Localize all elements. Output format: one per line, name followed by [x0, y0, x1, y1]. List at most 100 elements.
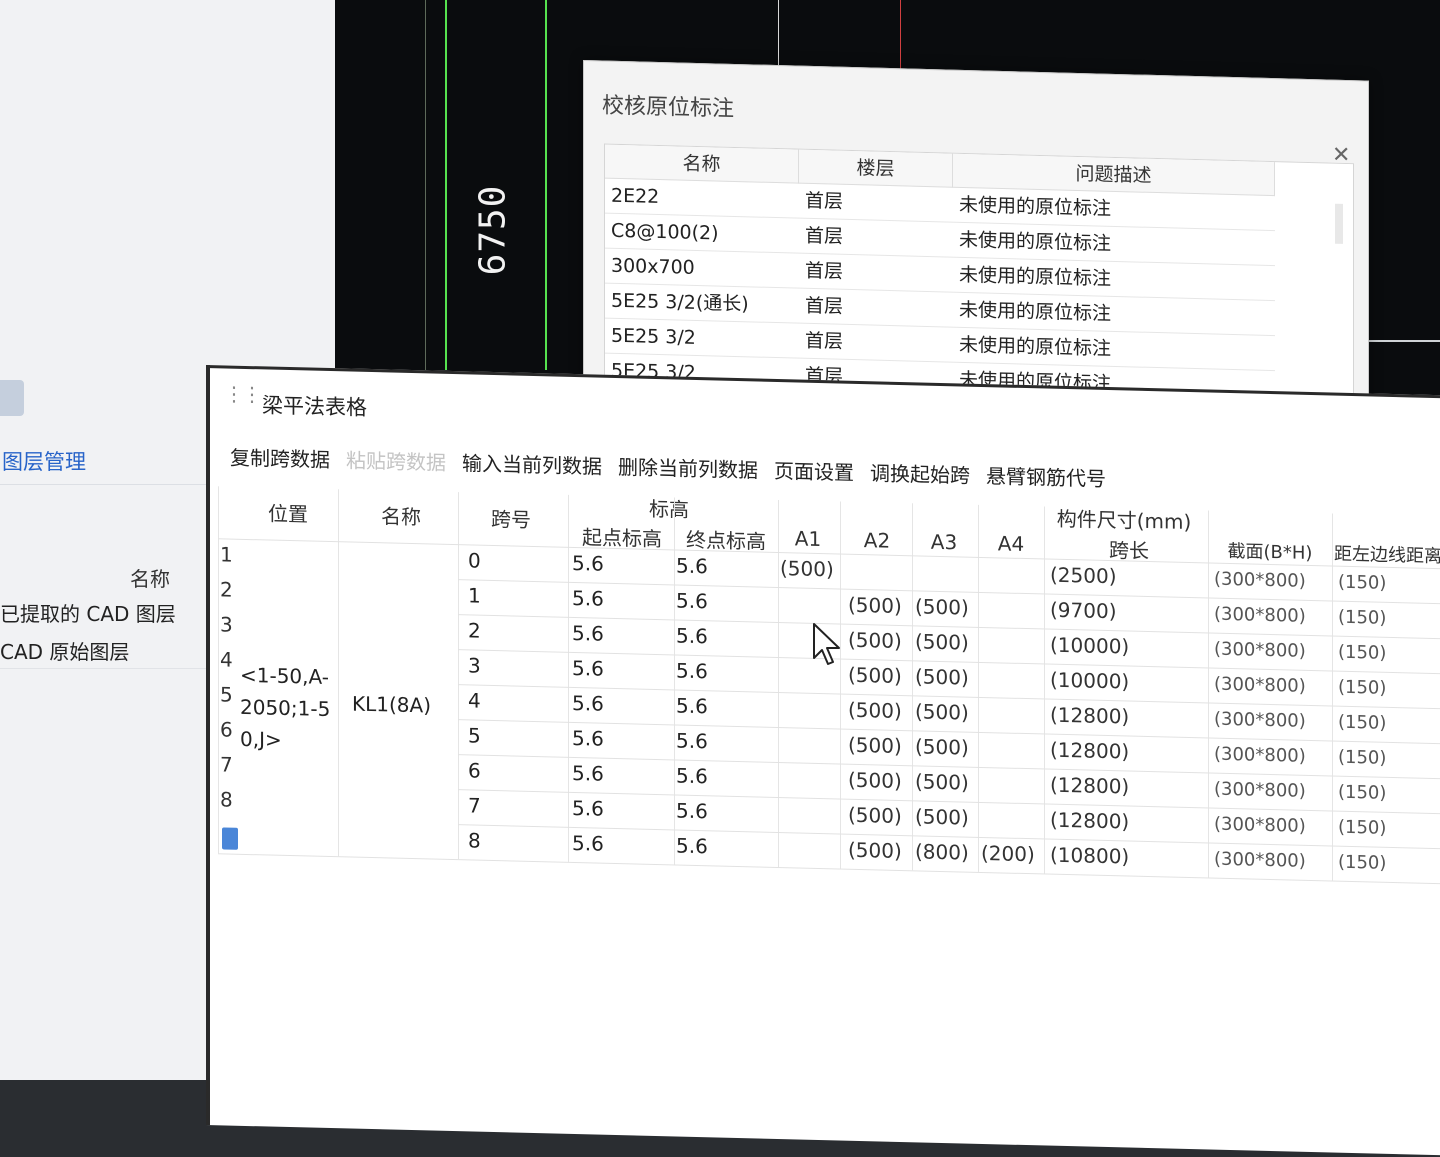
cell-section[interactable]: (300*800): [1214, 814, 1306, 837]
cell-edge-distance[interactable]: (150): [1338, 572, 1386, 594]
scrollbar[interactable]: [1335, 203, 1343, 244]
cell-edge-distance[interactable]: (150): [1338, 677, 1386, 699]
layer-row-original[interactable]: CAD 原始图层: [0, 636, 129, 665]
cell-a2[interactable]: (500): [848, 698, 902, 723]
cell-section[interactable]: (300*800): [1214, 744, 1306, 767]
cell-start-elevation[interactable]: 5.6: [572, 656, 604, 681]
cell-span-number[interactable]: 0: [468, 548, 481, 572]
row-number[interactable]: 3: [220, 612, 233, 636]
cell-section[interactable]: (300*800): [1214, 569, 1306, 592]
paste-span-button[interactable]: 粘贴跨数据: [340, 444, 456, 476]
cell-a2[interactable]: (500): [848, 838, 902, 863]
cell-span-length[interactable]: (10000): [1050, 633, 1129, 659]
cell-edge-distance[interactable]: (150): [1338, 712, 1386, 734]
cell-end-elevation[interactable]: 5.6: [676, 728, 708, 753]
input-column-button[interactable]: 输入当前列数据: [456, 447, 612, 480]
cell-a2[interactable]: (500): [848, 733, 902, 758]
cell-section[interactable]: (300*800): [1214, 639, 1306, 662]
column-header-floor[interactable]: 楼层: [799, 149, 953, 188]
cell-a1[interactable]: (500): [780, 556, 834, 581]
cantilever-code-button[interactable]: 悬臂钢筋代号: [980, 460, 1116, 492]
cell-a2[interactable]: (500): [848, 628, 902, 653]
cell-end-elevation[interactable]: 5.6: [676, 798, 708, 823]
layer-row-extracted[interactable]: 已提取的 CAD 图层: [0, 598, 176, 627]
cell-span-number[interactable]: 1: [468, 583, 481, 607]
cell-a3[interactable]: (500): [915, 699, 969, 724]
cell-a3[interactable]: (500): [915, 804, 969, 829]
cell-section[interactable]: (300*800): [1214, 674, 1306, 697]
cell-span-number[interactable]: 5: [468, 723, 481, 747]
cell-span-number[interactable]: 8: [468, 828, 481, 852]
cell-span-number[interactable]: 4: [468, 688, 481, 712]
row-number[interactable]: 7: [220, 752, 233, 776]
cell-end-elevation[interactable]: 5.6: [676, 693, 708, 718]
cell-a4[interactable]: (200): [981, 841, 1035, 866]
cell-a2[interactable]: (500): [848, 768, 902, 793]
cell-edge-distance[interactable]: (150): [1338, 747, 1386, 769]
cell-a2[interactable]: (500): [848, 593, 902, 618]
cell-span-length[interactable]: (12800): [1050, 773, 1129, 799]
cell-span-length[interactable]: (10800): [1050, 843, 1129, 869]
cell-start-elevation[interactable]: 5.6: [572, 551, 604, 576]
page-setup-button[interactable]: 页面设置: [768, 455, 864, 486]
header-section[interactable]: 截面(B*H): [1228, 537, 1313, 565]
delete-column-button[interactable]: 删除当前列数据: [612, 451, 768, 484]
cell-edge-distance[interactable]: (150): [1338, 817, 1386, 839]
cell-a3[interactable]: (800): [915, 839, 969, 864]
sidebar-tab-handle[interactable]: [0, 380, 24, 416]
cell-section[interactable]: (300*800): [1214, 709, 1306, 732]
cell-span-length[interactable]: (12800): [1050, 703, 1129, 729]
row-number[interactable]: 5: [220, 682, 233, 706]
header-a1[interactable]: A1: [795, 526, 821, 551]
cell-edge-distance[interactable]: (150): [1338, 607, 1386, 629]
cell-span-number[interactable]: 6: [468, 758, 481, 782]
cell-span-length[interactable]: (2500): [1050, 563, 1117, 589]
column-header-name[interactable]: 名称: [605, 144, 799, 184]
cell-a3[interactable]: (500): [915, 629, 969, 654]
cell-start-elevation[interactable]: 5.6: [572, 586, 604, 611]
cell-a3[interactable]: (500): [915, 594, 969, 619]
swap-start-span-button[interactable]: 调换起始跨: [864, 457, 980, 489]
cell-a2[interactable]: (500): [848, 803, 902, 828]
cell-start-elevation[interactable]: 5.6: [572, 726, 604, 751]
row-number[interactable]: 4: [220, 647, 233, 671]
header-a2[interactable]: A2: [864, 528, 890, 553]
merged-position-cell[interactable]: <1-50,A- 2050;1-5 0,J>: [240, 659, 330, 757]
cell-edge-distance[interactable]: (150): [1338, 852, 1386, 874]
cell-edge-distance[interactable]: (150): [1338, 642, 1386, 664]
cell-a3[interactable]: (500): [915, 734, 969, 759]
cell-start-elevation[interactable]: 5.6: [572, 831, 604, 856]
cell-span-length[interactable]: (9700): [1050, 598, 1117, 624]
cell-span-number[interactable]: 2: [468, 618, 481, 642]
cell-edge-distance[interactable]: (150): [1338, 782, 1386, 804]
cell-span-number[interactable]: 7: [468, 793, 481, 817]
cell-end-elevation[interactable]: 5.6: [676, 588, 708, 613]
cell-end-elevation[interactable]: 5.6: [676, 833, 708, 858]
copy-span-button[interactable]: 复制跨数据: [224, 441, 340, 473]
cell-end-elevation[interactable]: 5.6: [676, 763, 708, 788]
cell-end-elevation[interactable]: 5.6: [676, 658, 708, 683]
cell-span-length[interactable]: (12800): [1050, 808, 1129, 834]
cell-section[interactable]: (300*800): [1214, 604, 1306, 627]
cell-start-elevation[interactable]: 5.6: [572, 691, 604, 716]
row-number[interactable]: 6: [220, 717, 233, 741]
cell-span-length[interactable]: (12800): [1050, 738, 1129, 764]
cell-a3[interactable]: (500): [915, 664, 969, 689]
cell-start-elevation[interactable]: 5.6: [572, 761, 604, 786]
row-number[interactable]: 1: [220, 542, 233, 566]
cell-end-elevation[interactable]: 5.6: [676, 623, 708, 648]
header-span-number[interactable]: 跨号: [491, 503, 531, 533]
layer-management-tab[interactable]: 图层管理: [2, 446, 86, 476]
header-edge-distance[interactable]: 距左边线距离: [1334, 540, 1440, 569]
cell-a2[interactable]: (500): [848, 663, 902, 688]
cell-section[interactable]: (300*800): [1214, 779, 1306, 802]
header-name[interactable]: 名称: [381, 500, 421, 530]
row-number[interactable]: 8: [220, 787, 233, 811]
cell-span-length[interactable]: (10000): [1050, 668, 1129, 694]
header-position[interactable]: 位置: [268, 498, 308, 528]
header-a4[interactable]: A4: [998, 531, 1024, 556]
cell-section[interactable]: (300*800): [1214, 849, 1306, 872]
cell-end-elevation[interactable]: 5.6: [676, 553, 708, 578]
merged-name-cell[interactable]: KL1(8A): [352, 692, 431, 718]
row-number[interactable]: 2: [220, 577, 233, 601]
